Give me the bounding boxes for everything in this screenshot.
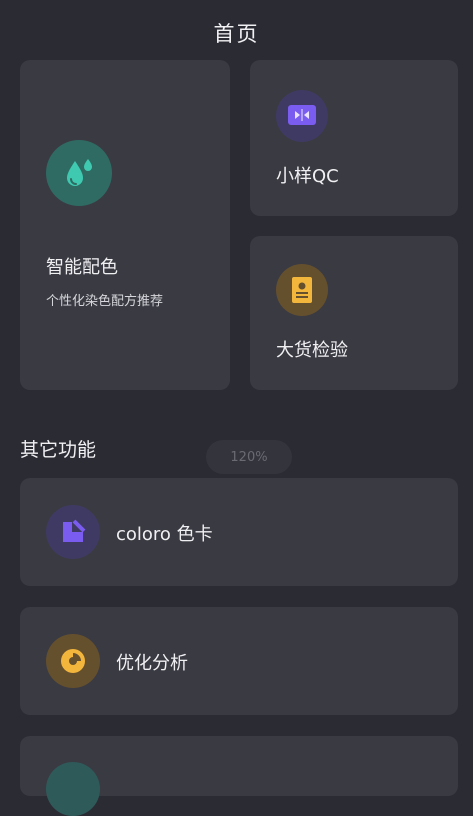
list-item-third[interactable] [20, 736, 458, 816]
bulk-inspection-card[interactable]: 大货检验 [250, 236, 458, 390]
zoom-indicator: 120% [206, 440, 292, 474]
document-icon [276, 264, 328, 316]
partial-icon [46, 762, 100, 816]
color-matching-card[interactable]: 智能配色 个性化染色配方推荐 [20, 60, 230, 390]
list-item-optimization[interactable]: 优化分析 [20, 607, 458, 715]
color-matching-subtitle: 个性化染色配方推荐 [46, 294, 164, 309]
list-item-coloro[interactable]: coloro 色卡 [20, 478, 458, 586]
optimization-label: 优化分析 [116, 653, 188, 674]
bulk-inspection-label: 大货检验 [276, 340, 348, 361]
water-drops-icon [46, 140, 112, 206]
color-matching-label: 智能配色 [46, 257, 118, 278]
other-features-heading: 其它功能 [20, 439, 97, 461]
color-card-icon [46, 505, 100, 559]
coloro-label: coloro 色卡 [116, 524, 213, 545]
pie-chart-icon [46, 634, 100, 688]
sample-qc-card[interactable]: 小样QC [250, 60, 458, 216]
page-title: 首页 [213, 22, 260, 46]
sample-qc-label: 小样QC [276, 166, 339, 187]
compare-icon [276, 90, 328, 142]
